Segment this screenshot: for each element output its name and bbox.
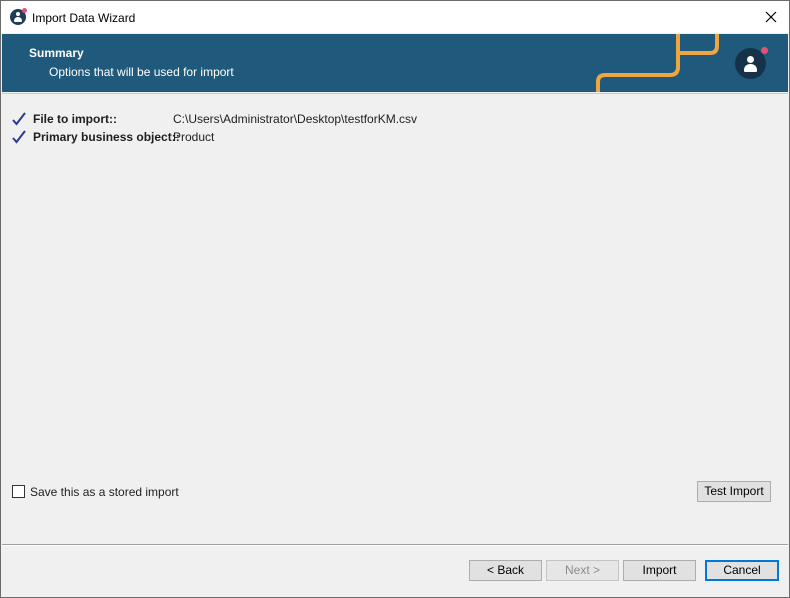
import-button[interactable]: Import <box>623 560 696 581</box>
summary-label: File to import:: <box>33 112 117 126</box>
stored-import-option[interactable]: Save this as a stored import <box>12 485 212 501</box>
close-icon[interactable] <box>760 6 782 28</box>
summary-content-area: File to import:: C:\Users\Administrator\… <box>2 93 788 544</box>
stored-import-checkbox[interactable] <box>12 485 25 498</box>
summary-label: Primary business object:: <box>33 130 180 144</box>
app-user-icon <box>10 8 27 25</box>
summary-row-file: File to import:: C:\Users\Administrator\… <box>12 110 432 128</box>
stored-import-label[interactable]: Save this as a stored import <box>30 485 179 499</box>
summary-value: Product <box>173 130 215 144</box>
cancel-button[interactable]: Cancel <box>705 560 779 581</box>
banner-title: Summary <box>29 46 84 60</box>
back-button[interactable]: < Back <box>469 560 542 581</box>
summary-row-business-object: Primary business object:: Product <box>12 128 432 146</box>
window-title: Import Data Wizard <box>32 11 136 25</box>
checkmark-icon <box>12 112 26 126</box>
next-button[interactable]: Next > <box>546 560 619 581</box>
checkmark-icon <box>12 130 26 144</box>
summary-value: C:\Users\Administrator\Desktop\testforKM… <box>173 112 418 126</box>
user-avatar-icon <box>735 47 768 79</box>
title-bar: Import Data Wizard <box>1 1 789 33</box>
banner-subtitle: Options that will be used for import <box>49 65 234 79</box>
footer-divider-highlight <box>2 545 788 546</box>
wizard-header-banner: Summary Options that will be used for im… <box>2 34 788 92</box>
decorative-lines-icon <box>596 34 719 92</box>
test-import-button[interactable]: Test Import <box>697 481 771 502</box>
import-wizard-window: Import Data Wizard Summary Options that … <box>0 0 790 598</box>
